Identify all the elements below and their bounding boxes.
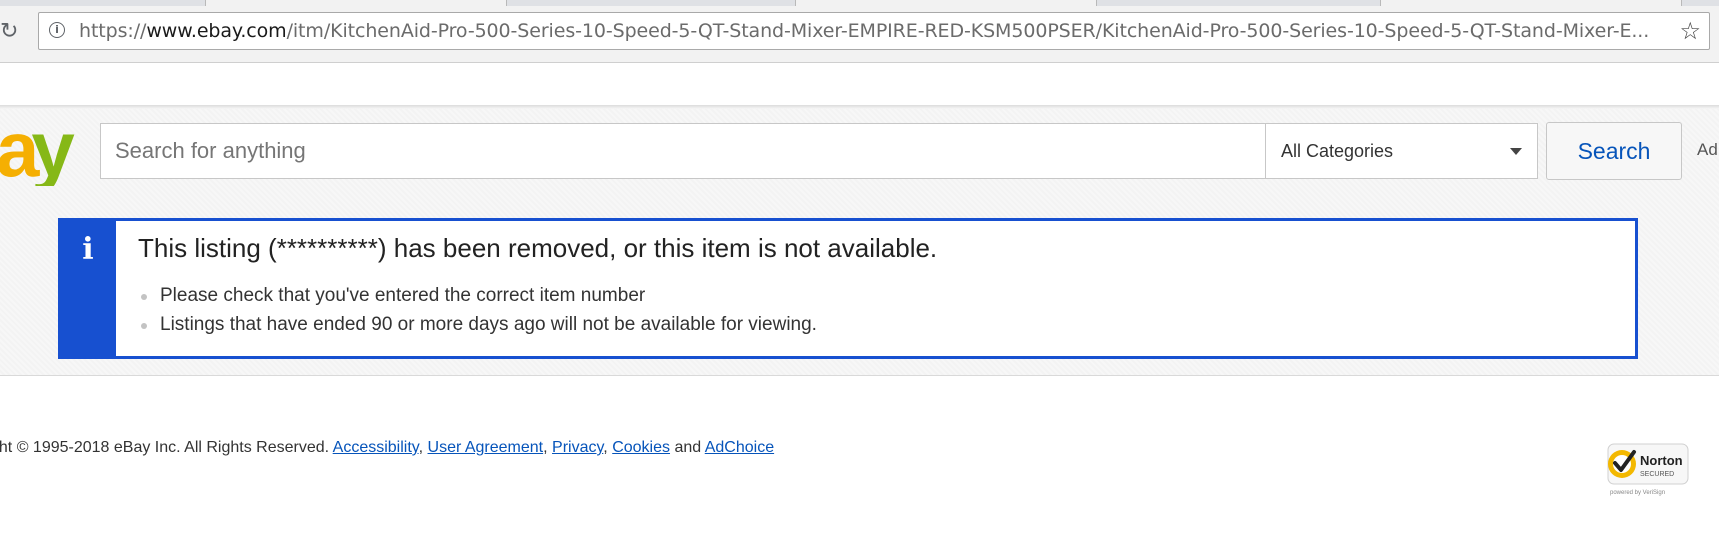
separator: , bbox=[418, 439, 424, 456]
separator: , bbox=[603, 439, 608, 456]
info-icon[interactable]: i bbox=[49, 22, 65, 38]
browser-toolbar: ↻ i https://www.ebay.com/itm/KitchenAid-… bbox=[0, 6, 1719, 63]
search-box bbox=[100, 123, 1266, 179]
url-scheme: https:// bbox=[79, 20, 147, 42]
reload-icon[interactable]: ↻ bbox=[0, 20, 24, 44]
address-bar[interactable]: i https://www.ebay.com/itm/KitchenAid-Pr… bbox=[38, 12, 1710, 50]
list-item: Please check that you've entered the cor… bbox=[138, 281, 817, 310]
norton-secured-badge[interactable]: Norton SECURED powered by VeriSign bbox=[1600, 442, 1692, 498]
advanced-search-link[interactable]: Ad bbox=[1697, 140, 1718, 160]
search-button[interactable]: Search bbox=[1546, 122, 1682, 180]
adchoice-link[interactable]: AdChoice bbox=[705, 439, 774, 456]
footer-legal: ght © 1995-2018 eBay Inc. All Rights Res… bbox=[0, 439, 774, 457]
listing-removed-alert: i This listing (**********) has been rem… bbox=[58, 218, 1638, 359]
search-input[interactable] bbox=[101, 124, 1249, 178]
browser-infobar-space bbox=[0, 63, 1719, 107]
alert-list: Please check that you've entered the cor… bbox=[138, 281, 817, 339]
user-agreement-link[interactable]: User Agreement bbox=[428, 439, 544, 456]
list-item: Listings that have ended 90 or more days… bbox=[138, 310, 817, 339]
alert-sidebar: i bbox=[61, 221, 116, 356]
and-text: and bbox=[674, 439, 702, 456]
copyright-text: ght © 1995-2018 eBay Inc. All Rights Res… bbox=[0, 439, 330, 456]
url-path: /itm/KitchenAid-Pro-500-Series-10-Speed-… bbox=[286, 20, 1650, 42]
category-selected-label: All Categories bbox=[1281, 141, 1394, 161]
ebay-logo[interactable]: ay bbox=[0, 112, 86, 186]
logo-letter-a: a bbox=[0, 112, 39, 186]
url-text[interactable]: https://www.ebay.com/itm/KitchenAid-Pro-… bbox=[79, 13, 1669, 49]
accessibility-link[interactable]: Accessibility bbox=[333, 439, 419, 456]
norton-powered-label: powered by VeriSign bbox=[1610, 490, 1665, 496]
chevron-down-icon bbox=[1510, 148, 1522, 155]
norton-secured-label: SECURED bbox=[1640, 471, 1674, 478]
privacy-link[interactable]: Privacy bbox=[552, 439, 603, 456]
info-icon: i bbox=[82, 232, 94, 267]
url-host: www.ebay.com bbox=[146, 20, 287, 42]
cookies-link[interactable]: Cookies bbox=[612, 439, 670, 456]
category-select[interactable]: All Categories bbox=[1266, 123, 1538, 179]
alert-title: This listing (**********) has been remov… bbox=[138, 233, 938, 263]
norton-name: Norton bbox=[1640, 453, 1683, 468]
logo-letter-y: y bbox=[31, 112, 74, 186]
separator: , bbox=[543, 439, 548, 456]
bookmark-star-icon[interactable]: ☆ bbox=[1679, 17, 1701, 45]
